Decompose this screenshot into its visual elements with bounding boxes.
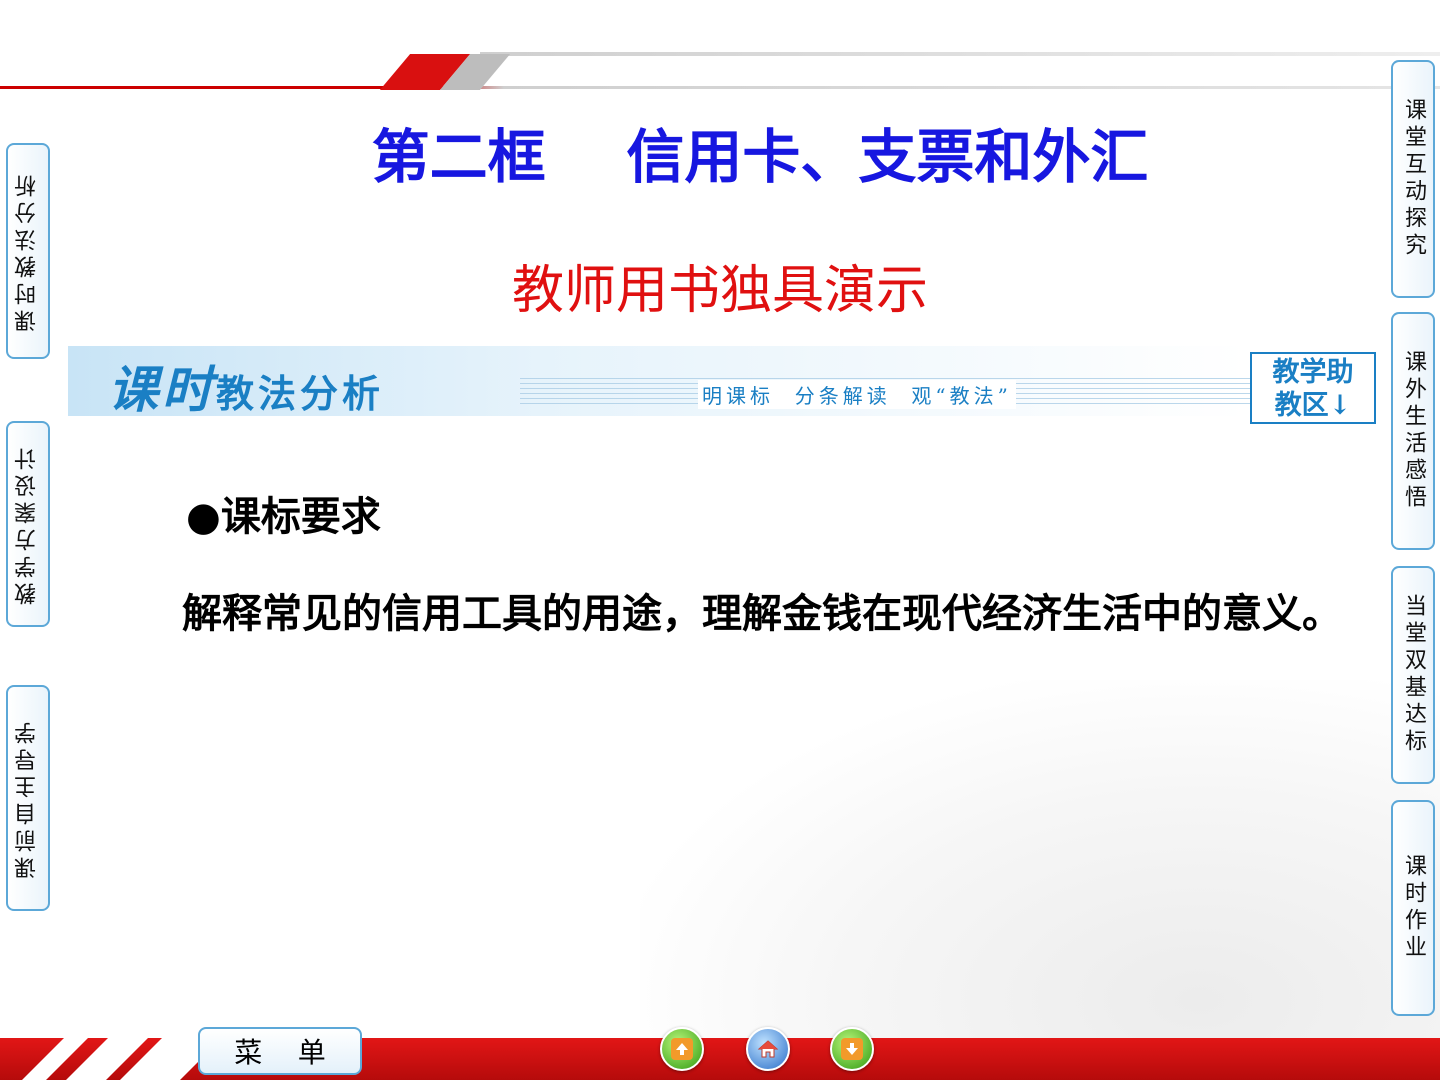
banner-heading-big: 课时 [108, 360, 216, 419]
home-button[interactable] [746, 1027, 790, 1071]
assist-line-2: 教区↓ [1274, 390, 1352, 421]
side-tab-in-class-check[interactable]: 当堂双基达标 [1391, 566, 1435, 784]
side-tab-preview-study[interactable]: 课前自主导学 [6, 685, 50, 911]
assist-line-1: 教学助 [1272, 357, 1354, 388]
background-decoration [640, 680, 1440, 1080]
banner-tagline: 明课标 分条解读 观“教法” [698, 380, 1016, 409]
side-tab-label: 教学方案设计 [15, 443, 40, 605]
side-tab-label: 课前自主导学 [15, 717, 40, 879]
top-divider [0, 86, 1440, 89]
previous-button[interactable] [660, 1027, 704, 1071]
top-grey-line [480, 52, 1440, 56]
up-arrow-icon [671, 1038, 693, 1060]
banner-heading-rest: 教法分析 [216, 371, 385, 416]
side-tab-homework[interactable]: 课时作业 [1391, 800, 1435, 1016]
side-tab-label: 课外生活感悟 [1401, 350, 1426, 512]
side-tab-label: 当堂双基达标 [1401, 594, 1426, 756]
menu-button[interactable]: 菜 单 [198, 1027, 362, 1075]
home-icon [757, 1038, 779, 1060]
next-button[interactable] [830, 1027, 874, 1071]
teaching-assist-button[interactable]: 教学助 教区↓ [1250, 352, 1376, 424]
side-tab-teaching-plan[interactable]: 教学方案设计 [6, 421, 50, 627]
section-body: 解释常见的信用工具的用途，理解金钱在现代经济生活中的意义。 [182, 591, 1342, 637]
page-subtitle: 教师用书独具演示 [511, 261, 928, 321]
side-tab-label: 课时作业 [1401, 854, 1426, 962]
page-title: 第二框 信用卡、支票和外汇 [371, 123, 1149, 191]
banner-heading: 课时教法分析 [108, 350, 384, 422]
down-arrow-icon [841, 1038, 863, 1060]
section-heading: ●课标要求 [186, 494, 381, 540]
side-tab-life-insight[interactable]: 课外生活感悟 [1391, 312, 1435, 550]
